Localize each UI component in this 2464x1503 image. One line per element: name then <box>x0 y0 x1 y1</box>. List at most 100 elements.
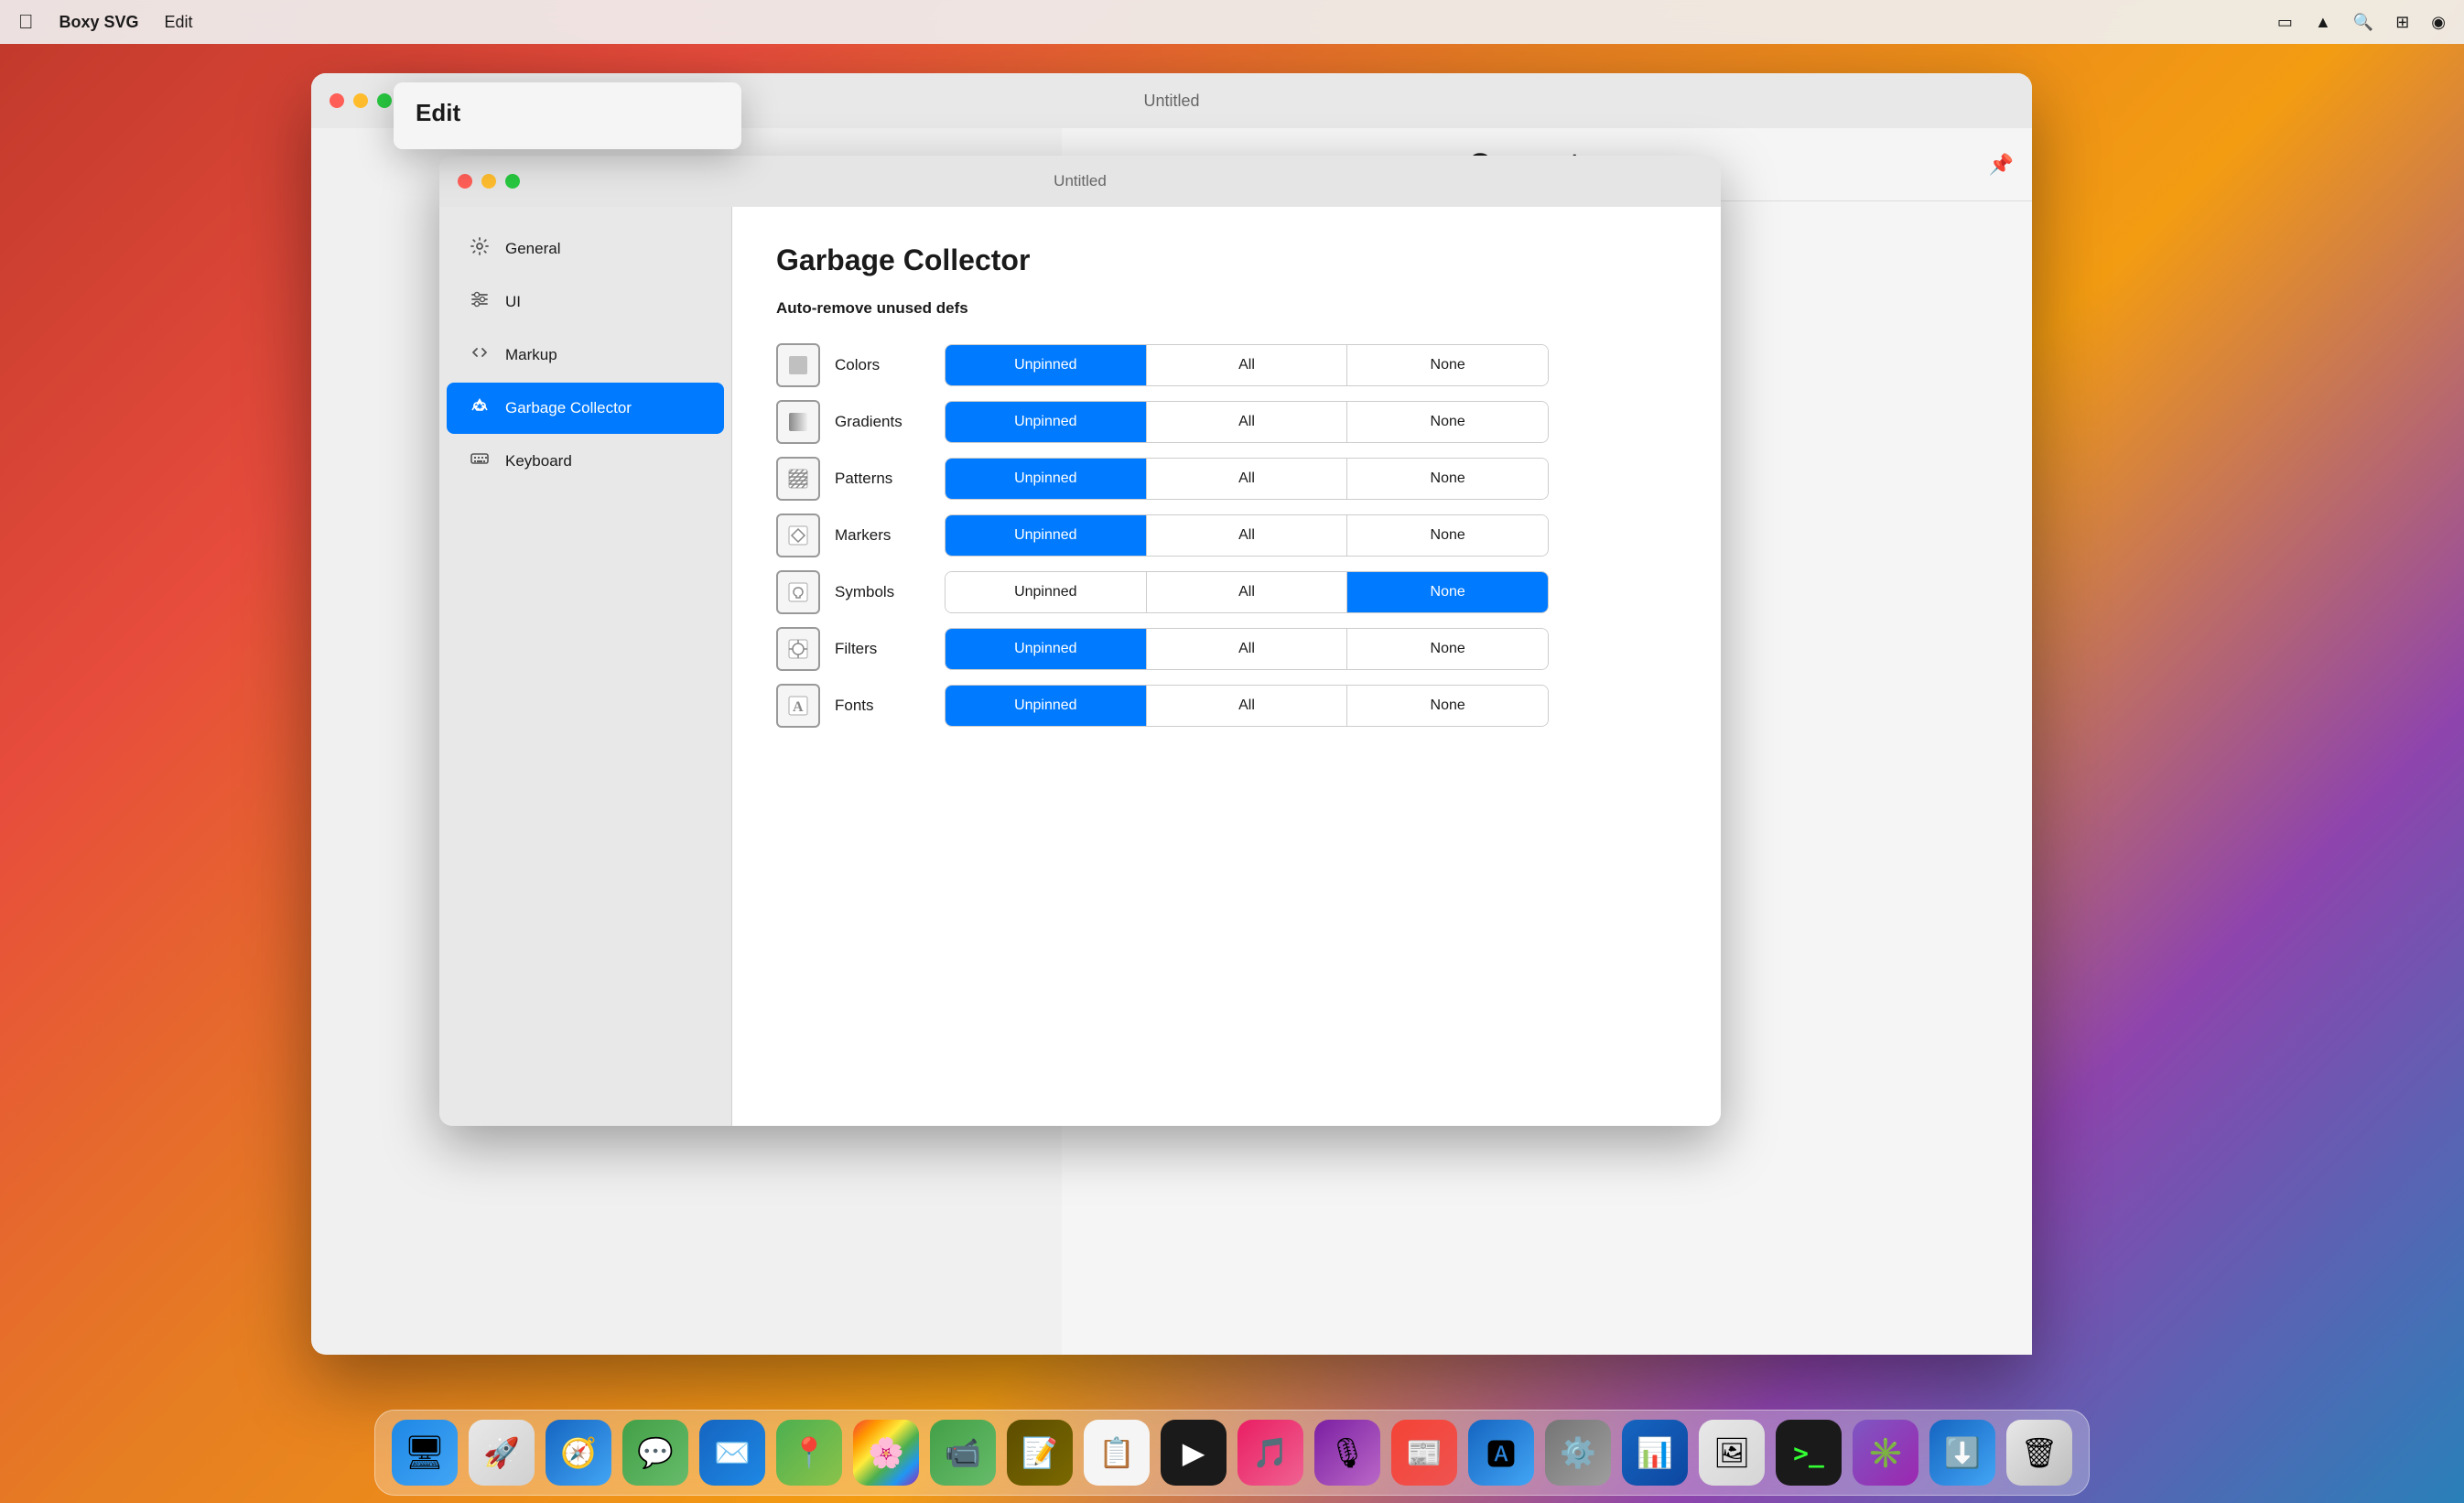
dock-app-appletv[interactable]: ▶ <box>1161 1420 1227 1486</box>
messages-icon: 💬 <box>637 1435 674 1470</box>
filters-all-btn[interactable]: All <box>1147 629 1348 669</box>
keyboard-icon <box>469 449 491 474</box>
markers-button-group: Unpinned All None <box>945 514 1549 557</box>
minimize-button[interactable] <box>353 93 368 108</box>
colors-label: Colors <box>835 356 945 374</box>
gradients-none-btn[interactable]: None <box>1347 402 1548 442</box>
symbols-all-btn[interactable]: All <box>1147 572 1348 612</box>
terminal-icon: >_ <box>1793 1438 1824 1468</box>
dock-app-launchpad[interactable]: 🚀 <box>469 1420 535 1486</box>
sidebar-item-general[interactable]: General <box>447 223 724 275</box>
colors-unpinned-btn[interactable]: Unpinned <box>946 345 1147 385</box>
gc-row-symbols: Symbols Unpinned All None <box>776 567 1677 618</box>
sidebar-label-keyboard: Keyboard <box>505 452 572 470</box>
gradients-unpinned-btn[interactable]: Unpinned <box>946 402 1147 442</box>
sidebar-label-general: General <box>505 240 560 258</box>
prefs-titlebar-dots <box>458 174 520 189</box>
fonts-unpinned-btn[interactable]: Unpinned <box>946 686 1147 726</box>
markers-unpinned-btn[interactable]: Unpinned <box>946 515 1147 556</box>
symbols-none-btn[interactable]: None <box>1347 572 1548 612</box>
gc-row-gradients: Gradients Unpinned All None <box>776 396 1677 448</box>
app-name[interactable]: Boxy SVG <box>59 13 139 32</box>
search-icon[interactable]: 🔍 <box>2353 13 2373 32</box>
gradients-label: Gradients <box>835 413 945 431</box>
gc-row-patterns: Patterns Unpinned All None <box>776 453 1677 504</box>
filters-unpinned-btn[interactable]: Unpinned <box>946 629 1147 669</box>
gradients-button-group: Unpinned All None <box>945 401 1549 443</box>
edit-menu-dropdown: Edit <box>394 82 741 149</box>
dock-app-news[interactable]: 📰 <box>1391 1420 1457 1486</box>
dock-app-downloads[interactable]: ⬇️ <box>1929 1420 1995 1486</box>
symbols-label: Symbols <box>835 583 945 601</box>
dock-app-preview[interactable]: 🖼 <box>1699 1420 1765 1486</box>
fonts-icon: A <box>776 684 820 728</box>
dock-app-trash[interactable]: 🗑 <box>2006 1420 2072 1486</box>
filters-none-btn[interactable]: None <box>1347 629 1548 669</box>
dock-app-photos[interactable]: 🌸 <box>853 1420 919 1486</box>
dock-app-mail[interactable]: ✉️ <box>699 1420 765 1486</box>
launchpad-icon: 🚀 <box>483 1435 520 1470</box>
content-title: Garbage Collector <box>776 243 1677 277</box>
sidebar-item-garbage-collector[interactable]: ♻ Garbage Collector <box>447 383 724 434</box>
apple-menu[interactable]:  <box>18 10 34 34</box>
svg-text:A: A <box>793 699 804 715</box>
markers-none-btn[interactable]: None <box>1347 515 1548 556</box>
prefs-close-button[interactable] <box>458 174 472 189</box>
dock-app-terminal[interactable]: >_ <box>1776 1420 1842 1486</box>
recycle-icon: ♻ <box>469 395 491 421</box>
dock-app-safari[interactable]: 🧭 <box>546 1420 611 1486</box>
dock-app-sysprefs[interactable]: ⚙️ <box>1545 1420 1611 1486</box>
sidebar-item-markup[interactable]: Markup <box>447 330 724 381</box>
colors-all-btn[interactable]: All <box>1147 345 1348 385</box>
maximize-button[interactable] <box>377 93 392 108</box>
sidebar-item-ui[interactable]: UI <box>447 276 724 328</box>
sidebar-item-keyboard[interactable]: Keyboard <box>447 436 724 487</box>
menubar:  Boxy SVG Edit ▭ ▲ 🔍 ⊞ ◉ <box>0 0 2464 44</box>
dock-app-appstore[interactable]: 🅰 <box>1468 1420 1534 1486</box>
finder-icon: 🖥 <box>404 1433 446 1472</box>
pin-button[interactable]: 📌 <box>1989 153 2014 177</box>
markers-all-btn[interactable]: All <box>1147 515 1348 556</box>
gc-row-colors: Colors Unpinned All None <box>776 340 1677 391</box>
dock-app-pixelmator[interactable]: ✳️ <box>1853 1420 1918 1486</box>
prefs-maximize-button[interactable] <box>505 174 520 189</box>
dock-app-maps[interactable]: 📍 <box>776 1420 842 1486</box>
dock-app-facetime[interactable]: 📹 <box>930 1420 996 1486</box>
markers-icon <box>776 514 820 557</box>
gradients-all-btn[interactable]: All <box>1147 402 1348 442</box>
patterns-button-group: Unpinned All None <box>945 458 1549 500</box>
dock-app-finder[interactable]: 🖥 <box>392 1420 458 1486</box>
prefs-minimize-button[interactable] <box>481 174 496 189</box>
dock-app-notes[interactable]: 📝 <box>1007 1420 1073 1486</box>
dock-app-reminders[interactable]: 📋 <box>1084 1420 1150 1486</box>
dock-app-messages[interactable]: 💬 <box>622 1420 688 1486</box>
gc-row-fonts: A Fonts Unpinned All None <box>776 680 1677 731</box>
gc-row-markers: Markers Unpinned All None <box>776 510 1677 561</box>
symbols-unpinned-btn[interactable]: Unpinned <box>946 572 1147 612</box>
wifi-icon[interactable]: ▲ <box>2315 13 2331 32</box>
preferences-window: Untitled General <box>439 156 1721 1126</box>
patterns-all-btn[interactable]: All <box>1147 459 1348 499</box>
close-button[interactable] <box>330 93 344 108</box>
patterns-unpinned-btn[interactable]: Unpinned <box>946 459 1147 499</box>
edit-menu[interactable]: Edit <box>165 13 193 32</box>
gc-row-filters: Filters Unpinned All None <box>776 623 1677 675</box>
dock-app-music[interactable]: 🎵 <box>1237 1420 1303 1486</box>
sidebar-label-ui: UI <box>505 293 521 311</box>
dock-app-altimeter[interactable]: 📊 <box>1622 1420 1688 1486</box>
filters-button-group: Unpinned All None <box>945 628 1549 670</box>
colors-none-btn[interactable]: None <box>1347 345 1548 385</box>
sliders-icon <box>469 289 491 315</box>
dock-app-podcasts[interactable]: 🎙 <box>1314 1420 1380 1486</box>
patterns-none-btn[interactable]: None <box>1347 459 1548 499</box>
user-icon[interactable]: ◉ <box>2431 13 2446 32</box>
fonts-all-btn[interactable]: All <box>1147 686 1348 726</box>
svg-text:♻: ♻ <box>474 399 486 414</box>
notes-icon: 📝 <box>1021 1435 1058 1470</box>
monitor-icon[interactable]: ▭ <box>2277 13 2293 32</box>
fonts-none-btn[interactable]: None <box>1347 686 1548 726</box>
reminders-icon: 📋 <box>1098 1435 1135 1470</box>
markers-label: Markers <box>835 526 945 545</box>
control-center-icon[interactable]: ⊞ <box>2395 13 2409 32</box>
prefs-titlebar: Untitled <box>439 156 1721 207</box>
